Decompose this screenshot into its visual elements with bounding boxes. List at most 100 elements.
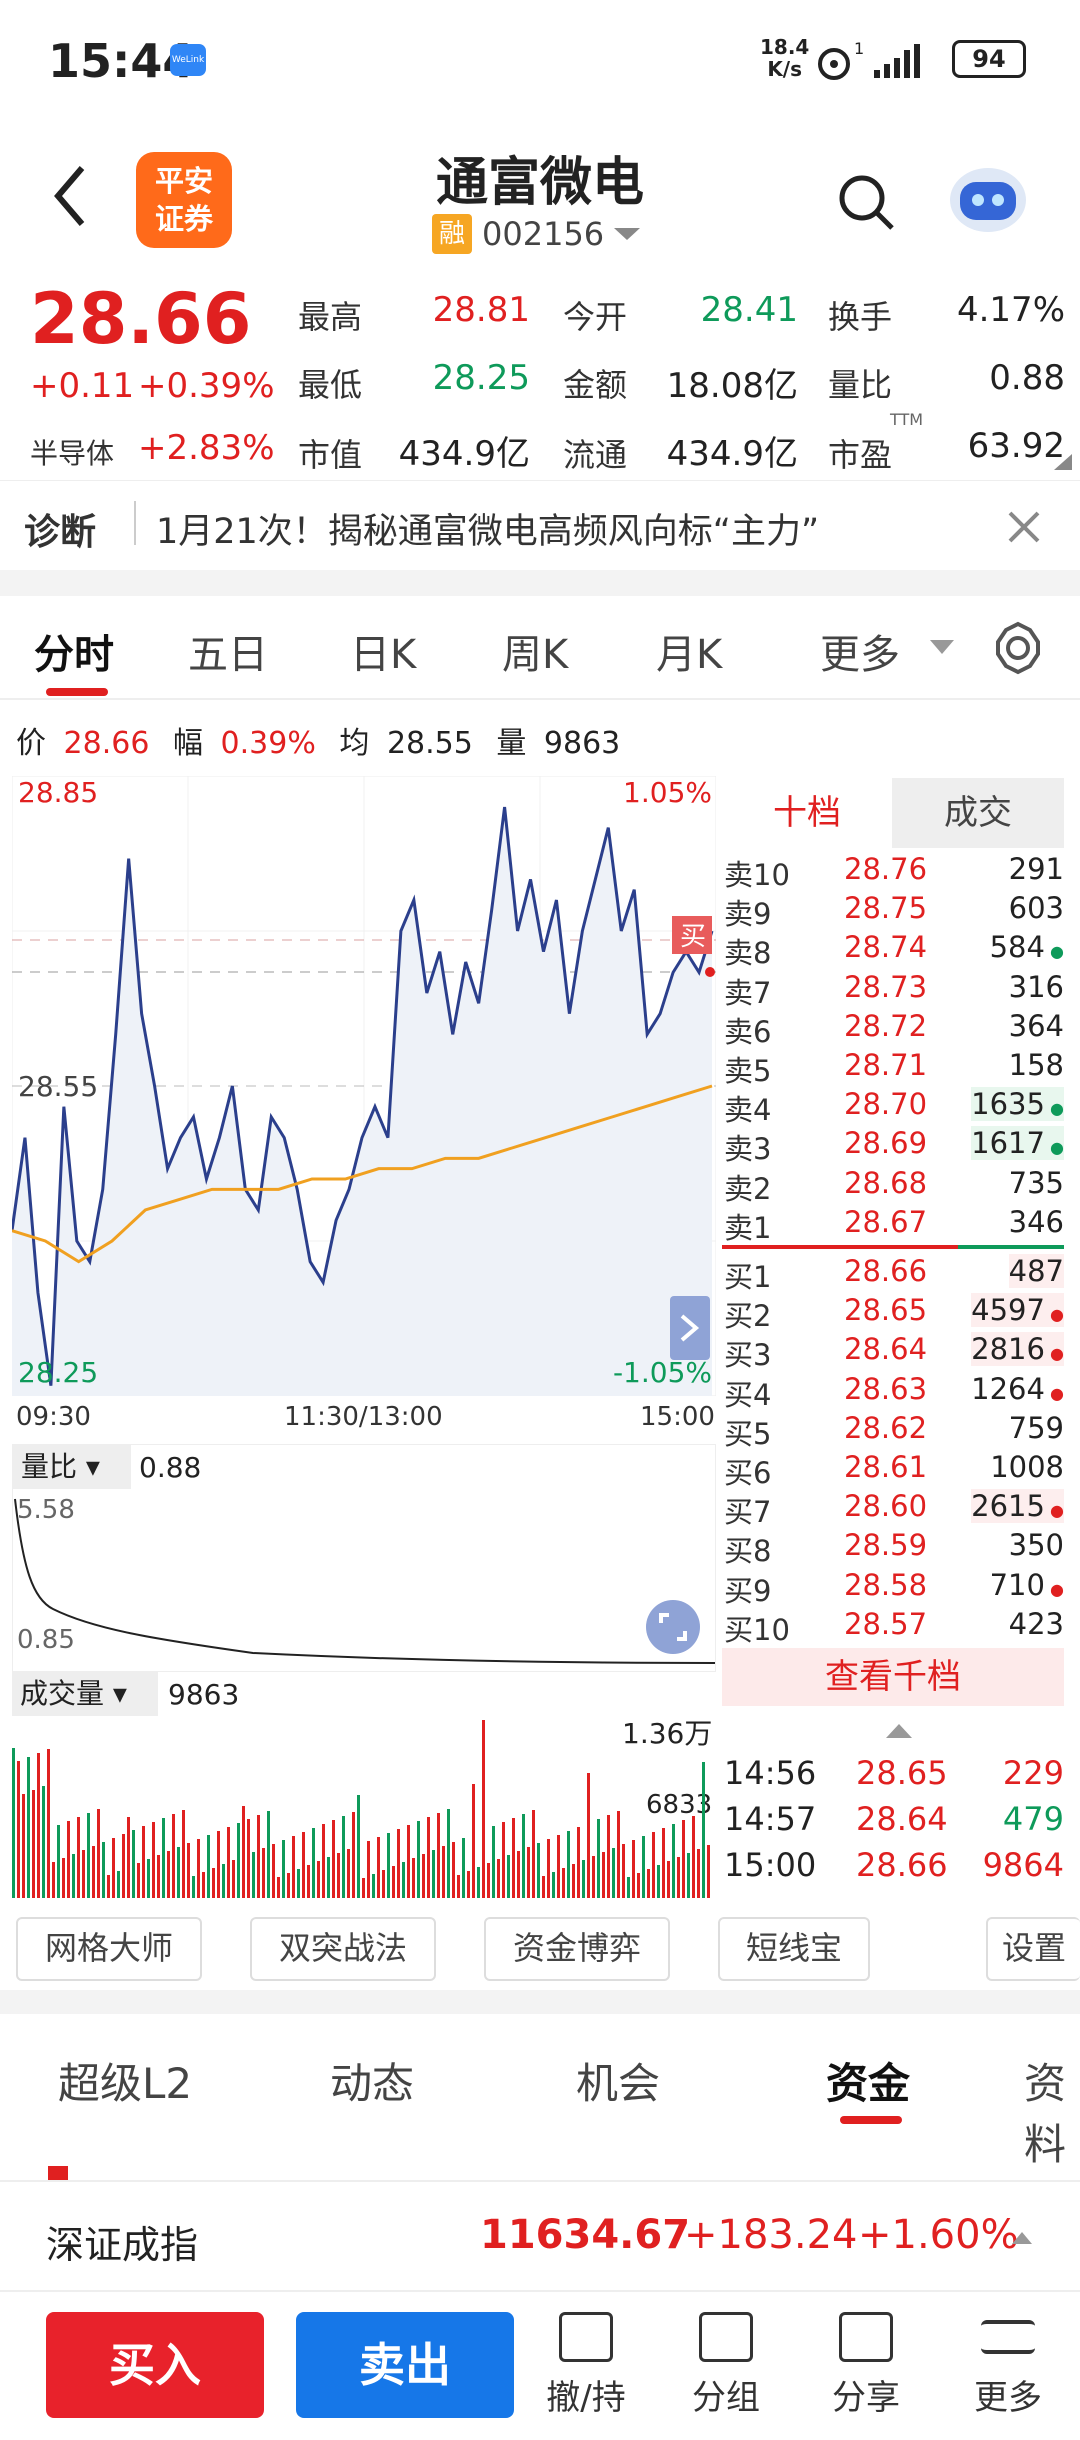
- bid-level: 买10: [724, 1612, 790, 1647]
- bid-row[interactable]: 买2 28.65 4597 ●: [722, 1293, 1072, 1333]
- chevron-up-icon[interactable]: [884, 1720, 914, 1740]
- tab-opportunity[interactable]: 机会: [576, 2050, 660, 2111]
- volume-selector[interactable]: 成交量 ▾: [12, 1672, 158, 1716]
- bid-volume: 487: [1008, 1254, 1064, 1288]
- bid-row[interactable]: 买5 28.62 759: [722, 1411, 1072, 1451]
- ask-price: 28.68: [844, 1165, 928, 1200]
- tab-profile[interactable]: 资料: [1024, 2050, 1080, 2172]
- more-button[interactable]: 更多: [948, 2312, 1068, 2419]
- bid-row[interactable]: 买4 28.63 1264 ●: [722, 1372, 1072, 1412]
- ask-row[interactable]: 卖3 28.69 1617 ●: [722, 1126, 1072, 1166]
- volume-bar: [612, 1848, 615, 1898]
- tool-short-line[interactable]: 短线宝: [718, 1917, 870, 1981]
- tool-grid-master[interactable]: 网格大师: [16, 1917, 202, 1981]
- volume-bar: [142, 1826, 145, 1898]
- bid-volume: 350: [1008, 1528, 1064, 1563]
- volume-bar: [637, 1873, 640, 1898]
- view-depth-button[interactable]: 查看千档: [722, 1648, 1064, 1706]
- net-speed: 18.4 K/s: [760, 35, 810, 81]
- volume-bar: [682, 1820, 685, 1898]
- bid-volume: 2615 ●: [971, 1489, 1064, 1524]
- diagnosis-banner[interactable]: 诊断 1月21次！揭秘通富微电高频风向标“主力”: [0, 480, 1080, 570]
- svg-text:1: 1: [854, 40, 864, 58]
- stock-code-selector[interactable]: 融 002156: [432, 214, 642, 254]
- bid-price: 28.58: [844, 1567, 928, 1602]
- volume-bar: [122, 1834, 125, 1898]
- expand-handle[interactable]: [670, 1296, 710, 1360]
- volume-bar: [357, 1795, 360, 1898]
- ask-level: 卖9: [724, 897, 772, 932]
- ask-row[interactable]: 卖5 28.71 158: [722, 1048, 1072, 1088]
- bid-price: 28.65: [844, 1293, 928, 1328]
- bid-volume: 2816 ●: [971, 1332, 1064, 1367]
- ask-volume: 1617 ●: [971, 1126, 1064, 1161]
- volume-bar: [627, 1877, 630, 1898]
- share-button[interactable]: 分享: [806, 2312, 926, 2419]
- tool-double-break[interactable]: 双突战法: [250, 1917, 436, 1981]
- close-icon[interactable]: [1006, 509, 1042, 545]
- trade-row: 14:56 28.65 229: [722, 1754, 1072, 1793]
- tab-weekly-k[interactable]: 周K: [502, 622, 568, 680]
- search-icon[interactable]: [836, 172, 896, 232]
- cancel-hold-button[interactable]: 撤/持: [526, 2312, 646, 2419]
- tab-trades[interactable]: 成交: [892, 778, 1064, 848]
- pe-ttm-label: TTM: [890, 410, 924, 429]
- bid-row[interactable]: 买6 28.61 1008: [722, 1450, 1072, 1490]
- tool-capital-game[interactable]: 资金博弈: [484, 1917, 670, 1981]
- group-button[interactable]: 分组: [666, 2312, 786, 2419]
- folder-icon: [699, 2312, 753, 2362]
- fullscreen-icon[interactable]: [645, 1599, 701, 1655]
- bid-row[interactable]: 买1 28.66 487: [722, 1254, 1072, 1294]
- pe-label: 市盈: [828, 436, 893, 474]
- tab-intraday[interactable]: 分时: [34, 622, 114, 680]
- tab-five-day[interactable]: 五日: [188, 622, 268, 680]
- sector-name[interactable]: 半导体: [30, 432, 114, 472]
- volume-bar: [402, 1862, 405, 1898]
- tab-order-book[interactable]: 十档: [722, 778, 892, 848]
- tab-daily-k[interactable]: 日K: [350, 622, 416, 680]
- tab-news[interactable]: 动态: [330, 2050, 414, 2111]
- tab-capital[interactable]: 资金: [826, 2050, 910, 2111]
- volratio-value: 0.88: [989, 358, 1065, 398]
- high-value: 28.81: [432, 290, 530, 330]
- ask-row[interactable]: 卖4 28.70 1635 ●: [722, 1087, 1072, 1127]
- tab-monthly-k[interactable]: 月K: [656, 622, 722, 680]
- volume-bar: [532, 1810, 535, 1898]
- ask-row[interactable]: 卖8 28.74 584 ●: [722, 930, 1072, 970]
- ask-row[interactable]: 卖2 28.68 735: [722, 1165, 1072, 1206]
- volume-bar: [12, 1748, 15, 1898]
- volume-bar: [497, 1859, 500, 1898]
- expand-corner-icon[interactable]: [1050, 452, 1074, 472]
- buy-button[interactable]: 买入: [46, 2312, 264, 2418]
- volume-bar: [132, 1830, 135, 1898]
- gear-icon[interactable]: [990, 620, 1046, 676]
- ask-row[interactable]: 卖7 28.73 316: [722, 970, 1072, 1010]
- turnover-label: 换手: [828, 298, 893, 336]
- ask-row[interactable]: 卖1 28.67 346: [722, 1205, 1072, 1245]
- volratio-selector[interactable]: 量比 ▾: [13, 1445, 131, 1489]
- tab-super-l2[interactable]: 超级L2: [58, 2050, 192, 2111]
- intraday-chart[interactable]: 买 28.85 28.55 28.25 1.05% -1.05%: [12, 776, 716, 1396]
- bid-row[interactable]: 买9 28.58 710 ●: [722, 1567, 1072, 1608]
- ask-row[interactable]: 卖6 28.72 364: [722, 1009, 1072, 1049]
- volume-bar: [557, 1835, 560, 1898]
- bid-volume: 1008: [990, 1450, 1064, 1484]
- tool-settings[interactable]: 设置: [986, 1917, 1080, 1981]
- bid-row[interactable]: 买10 28.57 423: [722, 1607, 1072, 1647]
- tab-more[interactable]: 更多: [820, 622, 900, 680]
- volume-bar: [482, 1720, 485, 1898]
- action-bar: 买入 卖出 撤/持 分组 分享 更多: [0, 2292, 1080, 2440]
- bid-row[interactable]: 买8 28.59 350: [722, 1528, 1072, 1568]
- chevron-up-icon[interactable]: [1010, 2228, 1034, 2246]
- volume-bar: [322, 1824, 325, 1898]
- index-ticker[interactable]: 深证成指 11634.67 +183.24 +1.60%: [0, 2180, 1080, 2292]
- ask-row[interactable]: 卖9 28.75 603: [722, 891, 1072, 932]
- stock-header: 平安 证券 通富微电 融 002156: [0, 130, 1080, 270]
- bid-row[interactable]: 买3 28.64 2816 ●: [722, 1332, 1072, 1372]
- bid-row[interactable]: 买7 28.60 2615 ●: [722, 1489, 1072, 1529]
- sell-button[interactable]: 卖出: [296, 2312, 514, 2418]
- volume-bar: [187, 1843, 190, 1898]
- ask-row[interactable]: 卖10 28.76 291: [722, 852, 1072, 892]
- ask-level: 卖5: [724, 1054, 772, 1088]
- robot-icon[interactable]: [944, 156, 1032, 240]
